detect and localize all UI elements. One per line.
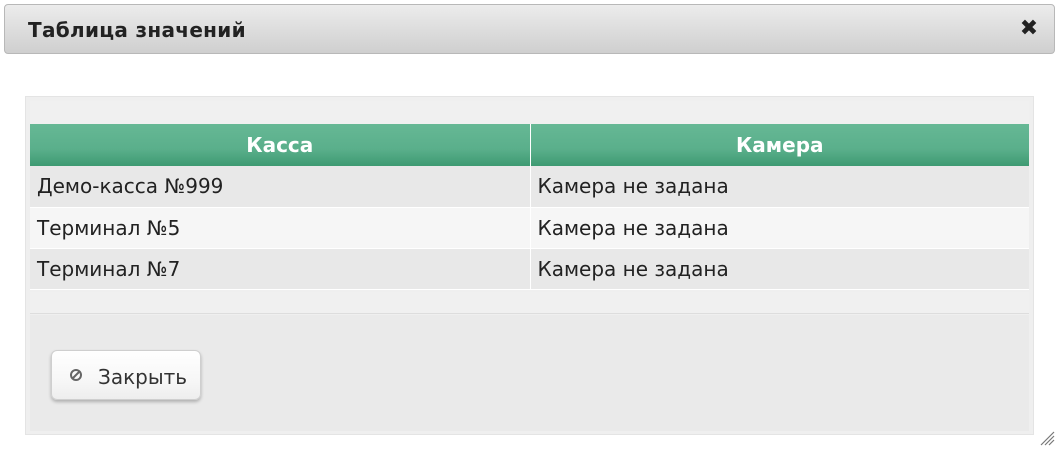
table-row[interactable]: Демо-касса №999 Камера не задана xyxy=(30,166,1029,208)
values-table-dialog: Таблица значений ✖ Касса Камера Демо-кас… xyxy=(0,0,1059,449)
dialog-title: Таблица значений xyxy=(28,18,246,42)
table-row[interactable]: Терминал №7 Камера не задана xyxy=(30,248,1029,290)
cell-kassa: Демо-касса №999 xyxy=(30,166,531,208)
resize-grip-icon[interactable] xyxy=(1037,428,1055,446)
cancel-icon xyxy=(70,369,82,381)
close-button-label: Закрыть xyxy=(98,365,188,389)
close-icon[interactable]: ✖ xyxy=(1018,17,1040,41)
cell-camera: Камера не задана xyxy=(530,166,1029,208)
dialog-button-bar: Закрыть xyxy=(30,315,1029,431)
column-header-camera[interactable]: Камера xyxy=(530,124,1029,166)
table-row[interactable]: Терминал №5 Камера не задана xyxy=(30,207,1029,249)
cell-kassa: Терминал №7 xyxy=(30,248,531,290)
close-button[interactable]: Закрыть xyxy=(51,350,201,400)
cell-camera: Камера не задана xyxy=(530,248,1029,290)
cell-kassa: Терминал №5 xyxy=(30,207,531,249)
grid-footer-bar xyxy=(30,292,1029,314)
grid-toolbar xyxy=(30,101,1029,125)
dialog-titlebar[interactable]: Таблица значений ✖ xyxy=(4,4,1055,54)
grid-header-row: Касса Камера xyxy=(30,124,1029,166)
column-header-kassa[interactable]: Касса xyxy=(30,124,531,166)
cell-camera: Камера не задана xyxy=(530,207,1029,249)
dialog-content: Касса Камера Демо-касса №999 Камера не з… xyxy=(25,96,1034,435)
values-grid: Касса Камера Демо-касса №999 Камера не з… xyxy=(30,124,1029,290)
